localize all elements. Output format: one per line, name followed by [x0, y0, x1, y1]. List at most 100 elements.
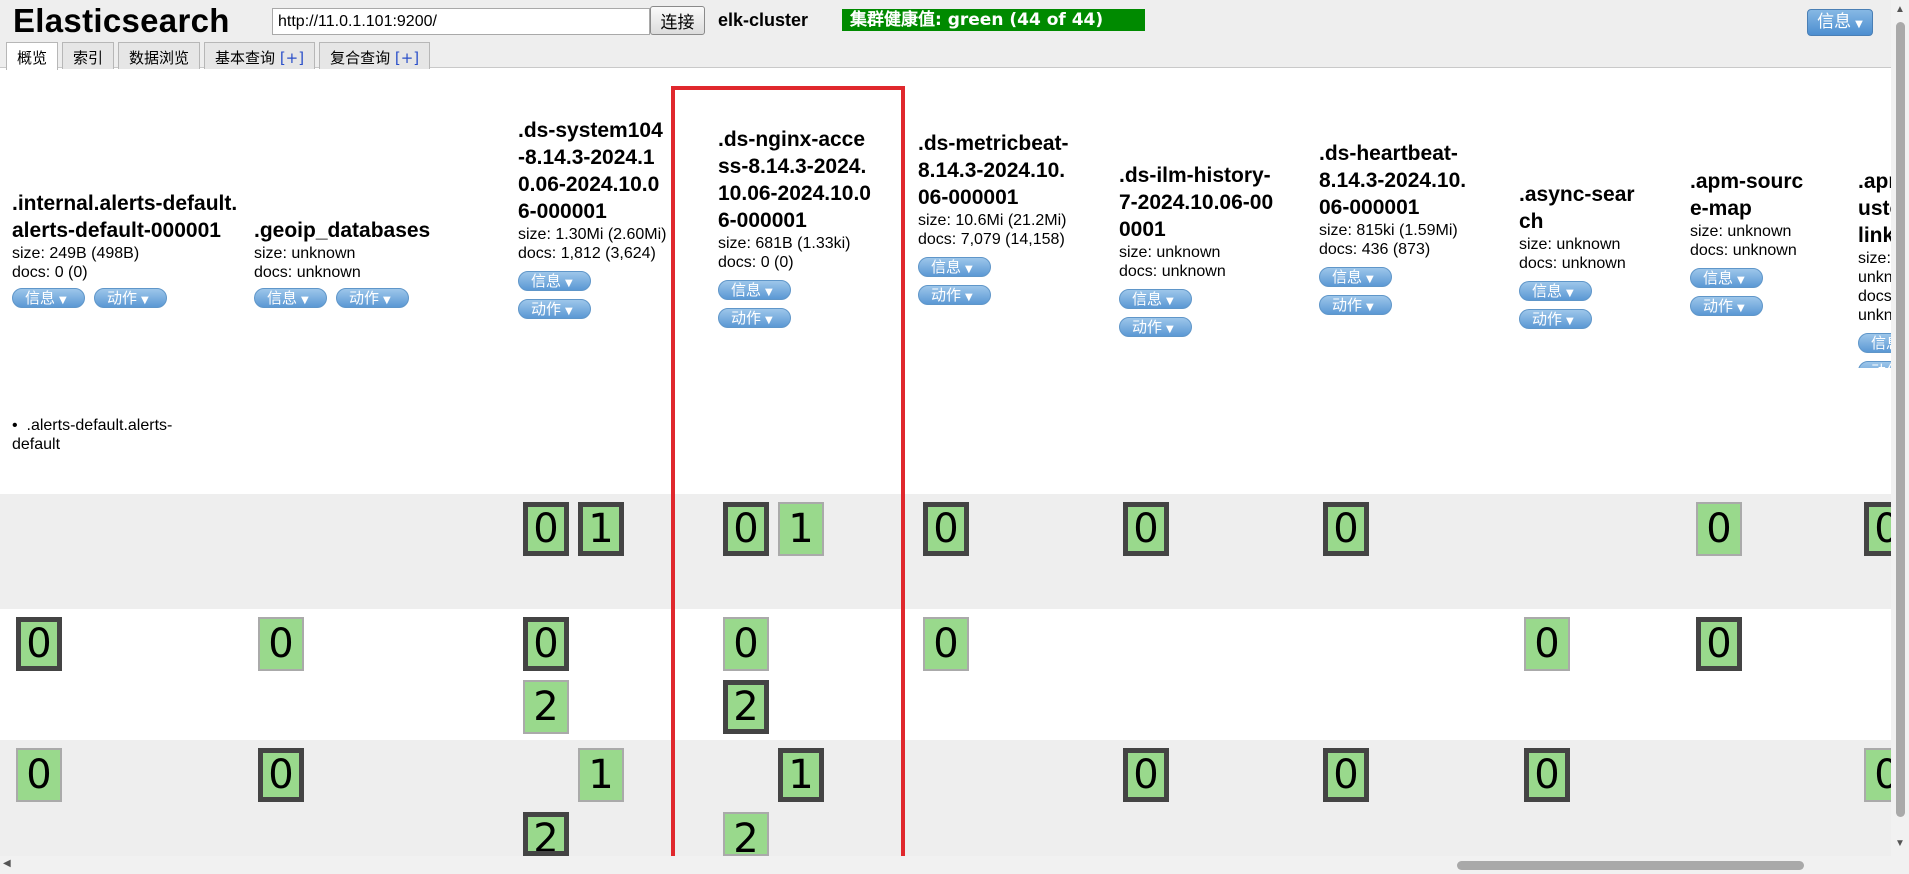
- action-label: 动作: [1132, 318, 1163, 336]
- index-column: .apm-source-map size: unknown docs: unkn…: [1690, 168, 1810, 316]
- highlight-box: [671, 86, 905, 874]
- primary-shard[interactable]: 1: [578, 502, 624, 556]
- index-info-button[interactable]: 信息: [1858, 333, 1891, 353]
- vertical-scrollbar[interactable]: ▲ ▼: [1891, 0, 1909, 874]
- primary-shard[interactable]: 0: [1696, 617, 1742, 671]
- info-label: 信息: [1871, 334, 1891, 352]
- action-label: 动作: [1871, 362, 1891, 368]
- tab-basic-query[interactable]: 基本查询 [+]: [204, 42, 316, 69]
- index-action-button[interactable]: 动作 ▼: [94, 288, 167, 308]
- info-menu-button[interactable]: 信息 ▼: [1807, 9, 1873, 36]
- vertical-scroll-thumb[interactable]: [1896, 22, 1905, 817]
- index-size: size: 10.6Mi (21.2Mi): [918, 212, 1067, 229]
- caret-down-icon: ▼: [1737, 303, 1745, 314]
- index-column: .internal.alerts-default.alerts-default-…: [12, 190, 244, 308]
- action-label: 动作: [1532, 310, 1563, 328]
- scroll-left-icon[interactable]: ◀: [3, 858, 11, 869]
- tab-overview[interactable]: 概览: [6, 42, 59, 70]
- action-label: 动作: [531, 300, 562, 318]
- tab-label: 数据浏览: [129, 49, 190, 67]
- scroll-down-icon[interactable]: ▼: [1895, 838, 1905, 849]
- index-info-button[interactable]: 信息 ▼: [1690, 268, 1763, 288]
- index-action-button[interactable]: 动作 ▼: [1319, 295, 1392, 315]
- primary-shard[interactable]: 0: [923, 502, 969, 556]
- replica-shard[interactable]: 0: [1696, 502, 1742, 556]
- clipped-index-column: .apm-custom-link size: unknown docs: unk…: [1858, 168, 1891, 368]
- index-action-button[interactable]: 动作 ▼: [518, 299, 591, 319]
- index-info-button[interactable]: 信息 ▼: [254, 288, 327, 308]
- info-label: 信息: [267, 289, 298, 307]
- primary-shard[interactable]: 2: [523, 812, 569, 856]
- horizontal-scrollbar[interactable]: ◀: [0, 856, 1891, 874]
- replica-shard[interactable]: 0: [16, 748, 62, 802]
- index-name: .apm-source-map: [1690, 170, 1804, 220]
- info-label: 信息: [1132, 290, 1163, 308]
- index-actions: 信息 ▼ 动作 ▼: [254, 282, 494, 308]
- caret-down-icon: ▼: [141, 295, 149, 306]
- index-info-button[interactable]: 信息 ▼: [918, 257, 991, 277]
- scroll-up-icon[interactable]: ▲: [1895, 4, 1905, 15]
- index-size: size: unknown: [1119, 244, 1221, 261]
- index-info-button[interactable]: 信息 ▼: [1519, 281, 1592, 301]
- caret-down-icon: ▼: [1166, 296, 1174, 307]
- index-info-button[interactable]: 信息 ▼: [518, 271, 591, 291]
- primary-shard[interactable]: 0: [523, 502, 569, 556]
- connect-button[interactable]: 连接: [650, 6, 705, 35]
- caret-down-icon: ▼: [383, 295, 391, 306]
- index-action-button[interactable]: 动作 ▼: [1519, 309, 1592, 329]
- index-info-button[interactable]: 信息 ▼: [1119, 289, 1192, 309]
- primary-shard[interactable]: 0: [523, 617, 569, 671]
- index-name: .ds-ilm-history-7-2024.10.06-000001: [1119, 164, 1274, 241]
- caret-down-icon: ▼: [965, 292, 973, 303]
- index-action-button[interactable]: 动作: [1858, 361, 1891, 368]
- app-title: Elasticsearch: [13, 2, 230, 39]
- caret-down-icon: ▼: [1366, 274, 1374, 285]
- replica-shard[interactable]: 0: [258, 617, 304, 671]
- tab-compound-query[interactable]: 复合查询 [+]: [319, 42, 431, 69]
- primary-shard[interactable]: 0: [258, 748, 304, 802]
- action-label: 动作: [1332, 296, 1363, 314]
- tab-label: 复合查询: [330, 49, 395, 67]
- index-docs: docs: 7,079 (14,158): [918, 231, 1065, 248]
- caret-down-icon: ▼: [59, 295, 67, 306]
- index-docs: docs: 436 (873): [1319, 241, 1431, 258]
- primary-shard[interactable]: 0: [1323, 502, 1369, 556]
- primary-shard[interactable]: 0: [1123, 748, 1169, 802]
- index-docs: docs: 1,812 (3,624): [518, 245, 656, 262]
- info-label: 信息: [1332, 268, 1363, 286]
- index-column: .ds-system104-8.14.3-2024.10.06-2024.10.…: [518, 117, 668, 319]
- index-action-button[interactable]: 动作 ▼: [1690, 296, 1763, 316]
- index-column: .ds-heartbeat-8.14.3-2024.10.06-000001 s…: [1319, 140, 1474, 315]
- caret-down-icon: ▼: [301, 295, 309, 306]
- index-name: .async-search: [1519, 183, 1635, 233]
- index-action-button[interactable]: 动作 ▼: [1119, 317, 1192, 337]
- info-label: 信息: [1532, 282, 1563, 300]
- index-name: .ds-heartbeat-8.14.3-2024.10.06-000001: [1319, 142, 1467, 219]
- tab-browser[interactable]: 数据浏览: [118, 42, 201, 69]
- cluster-health-badge: 集群健康值: green (44 of 44): [842, 9, 1145, 31]
- index-size: size: 1.30Mi (2.60Mi): [518, 226, 667, 243]
- replica-shard[interactable]: 0: [1524, 617, 1570, 671]
- index-action-button[interactable]: 动作 ▼: [918, 285, 991, 305]
- index-info-button[interactable]: 信息 ▼: [12, 288, 85, 308]
- primary-shard[interactable]: 0: [1524, 748, 1570, 802]
- index-size: size: 815ki (1.59Mi): [1319, 222, 1458, 239]
- replica-shard[interactable]: 1: [578, 748, 624, 802]
- action-label: 动作: [349, 289, 380, 307]
- horizontal-scroll-thumb[interactable]: [1457, 861, 1804, 870]
- tab-indices[interactable]: 索引: [62, 42, 115, 69]
- cluster-url-input[interactable]: [272, 8, 650, 35]
- index-action-button[interactable]: 动作 ▼: [336, 288, 409, 308]
- primary-shard[interactable]: 0: [16, 617, 62, 671]
- primary-shard[interactable]: 0: [1323, 748, 1369, 802]
- caret-down-icon: ▼: [565, 306, 573, 317]
- index-info-button[interactable]: 信息 ▼: [1319, 267, 1392, 287]
- caret-down-icon: ▼: [1566, 288, 1574, 299]
- caret-down-icon: ▼: [1737, 275, 1745, 286]
- tab-plus: [+]: [394, 49, 420, 67]
- index-docs: docs: unknown: [1119, 263, 1226, 280]
- caret-down-icon: ▼: [1166, 324, 1174, 335]
- replica-shard[interactable]: 2: [523, 680, 569, 734]
- replica-shard[interactable]: 0: [923, 617, 969, 671]
- primary-shard[interactable]: 0: [1123, 502, 1169, 556]
